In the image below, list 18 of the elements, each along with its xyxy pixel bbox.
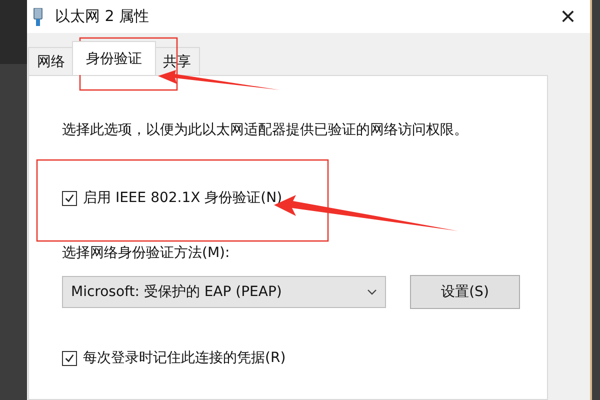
background-panel — [0, 0, 27, 64]
window-title: 以太网 2 属性 — [55, 7, 150, 26]
description-text: 选择此选项，以便为此以太网适配器提供已验证的网络访问权限。 — [62, 121, 469, 139]
network-adapter-icon — [33, 8, 43, 26]
checkbox[interactable] — [62, 190, 77, 206]
close-button[interactable]: × — [546, 0, 590, 33]
checkbox-label: 每次登录时记住此连接的凭据(R) — [83, 349, 286, 367]
method-dropdown[interactable]: Microsoft: 受保护的 EAP (PEAP) — [62, 276, 386, 308]
tab[interactable]: 身份验证 — [72, 41, 156, 75]
check-icon — [64, 192, 75, 204]
checkbox[interactable] — [62, 350, 77, 366]
caret-icon — [367, 289, 377, 295]
check-icon — [64, 352, 75, 364]
method-label: 选择网络身份验证方法(M): — [62, 244, 231, 262]
checkbox-label: 启用 IEEE 802.1X 身份验证(N) — [83, 189, 282, 207]
settings-button[interactable]: 设置(S) — [410, 275, 520, 309]
tab[interactable]: 网络 — [28, 47, 74, 75]
tab[interactable]: 共享 — [154, 47, 200, 75]
